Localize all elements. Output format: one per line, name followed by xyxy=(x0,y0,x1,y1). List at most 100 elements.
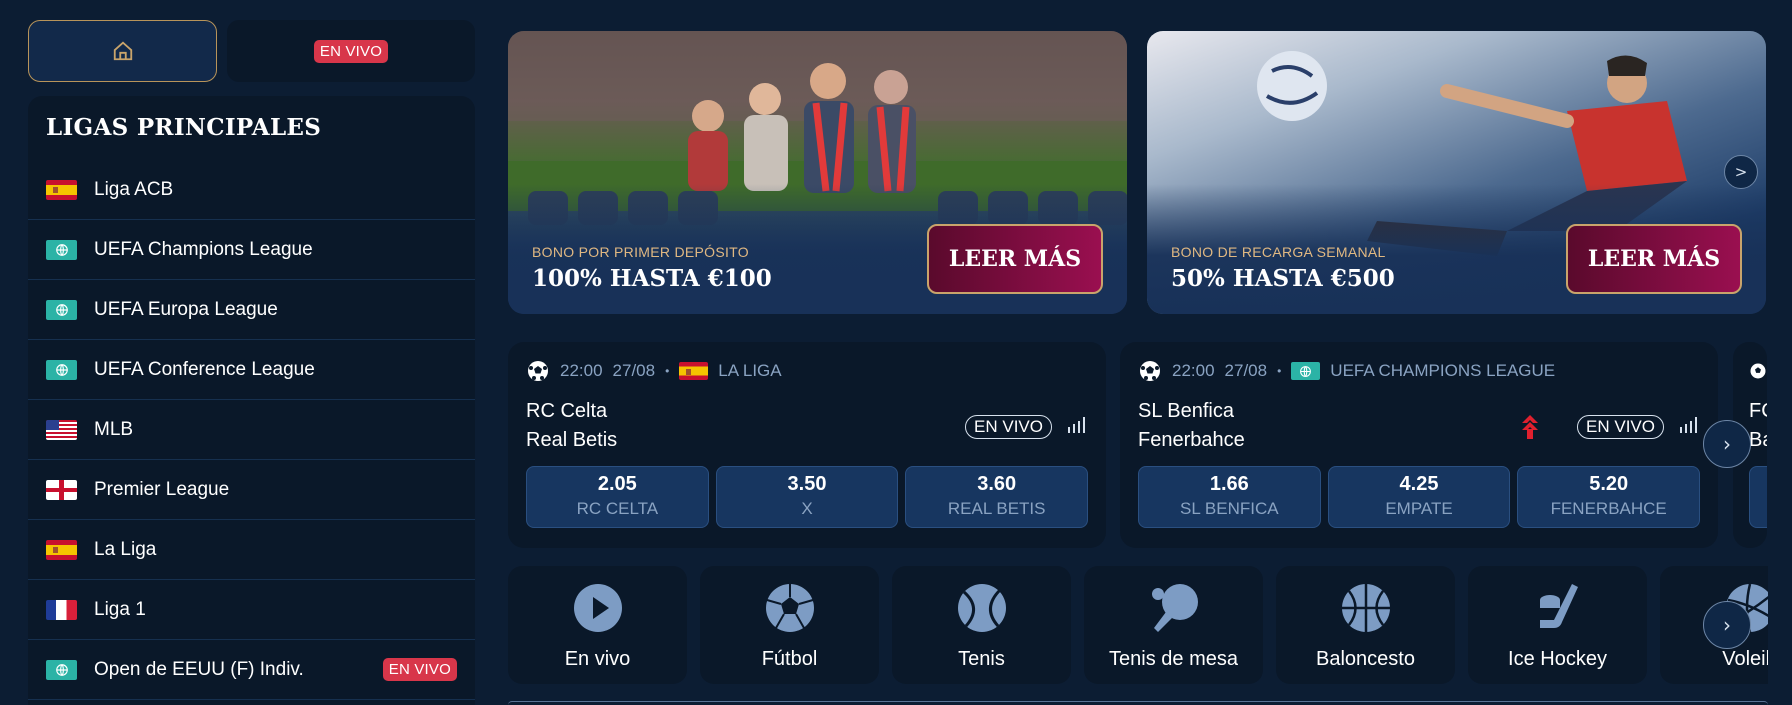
matches-next-button[interactable]: › xyxy=(1703,420,1751,468)
odd-button-home[interactable]: 2.05 RC CELTA xyxy=(526,466,709,528)
match-teams: RC Celta Real Betis EN VIVO xyxy=(526,397,1088,455)
live-tag: EN VIVO xyxy=(1577,415,1664,439)
sport-label: En vivo xyxy=(564,648,631,670)
home-team: FC xyxy=(1749,400,1767,422)
globe-icon xyxy=(46,659,77,680)
match-teams: FC Ba xyxy=(1749,397,1767,455)
trending-up-icon xyxy=(1522,415,1538,439)
basketball-icon xyxy=(1341,584,1390,632)
away-team: Ba xyxy=(1749,429,1767,451)
play-icon xyxy=(573,584,622,632)
leagues-title: LIGAS PRINCIPALES xyxy=(46,114,322,141)
league-name: UEFA Conference League xyxy=(94,358,315,380)
soccer-ball-icon xyxy=(528,361,548,381)
ping-pong-icon xyxy=(1151,584,1198,632)
england-flag-icon xyxy=(46,479,77,500)
league-item-us-open[interactable]: Open de EEUU (F) Indiv. EN VIVO xyxy=(28,640,475,700)
league-name: UEFA Europa League xyxy=(94,298,278,320)
league-name: Liga ACB xyxy=(94,178,174,200)
league-item-champions-league[interactable]: UEFA Champions League xyxy=(28,220,475,280)
odd-value: 1.66 xyxy=(1209,473,1249,495)
odd-value: 3.50 xyxy=(787,473,827,495)
odd-button-away[interactable]: 5.20 FENERBAHCE xyxy=(1517,466,1701,528)
top-nav: EN VIVO xyxy=(28,20,475,82)
soccer-ball-icon xyxy=(765,584,814,632)
chevron-right-icon: › xyxy=(1723,613,1731,637)
live-badge: EN VIVO xyxy=(382,658,457,681)
sports-next-button[interactable]: › xyxy=(1703,601,1751,649)
odds-row: 2.05 RC CELTA 3.50 X 3.60 REAL BETIS xyxy=(526,466,1089,528)
soccer-ball-icon xyxy=(1750,363,1766,379)
match-meta: 22:00 27/08 • LA LIGA xyxy=(526,359,1088,383)
odd-button-draw[interactable]: 4.25 EMPATE xyxy=(1327,466,1511,528)
france-flag-icon xyxy=(46,599,77,620)
league-item-europa-league[interactable]: UEFA Europa League xyxy=(28,280,475,340)
read-more-button[interactable]: LEER MÁS xyxy=(1566,224,1742,294)
promo-banner-weekly-reload[interactable]: BONO DE RECARGA SEMANAL 50% HASTA €500 L… xyxy=(1147,31,1766,314)
odd-value: 4.25 xyxy=(1399,473,1439,495)
odds-row: 1.66 SL BENFICA 4.25 EMPATE 5.20 FENERBA… xyxy=(1138,466,1701,528)
odd-value: 2.05 xyxy=(597,473,637,495)
sport-label: Baloncesto xyxy=(1316,648,1415,670)
match-teams: SL Benfica Fenerbahce EN VIVO xyxy=(1138,397,1700,455)
league-name: Premier League xyxy=(94,478,230,500)
league-name: La Liga xyxy=(94,538,157,560)
usa-flag-icon xyxy=(46,419,77,440)
sport-tile-basketball[interactable]: Baloncesto xyxy=(1276,566,1455,684)
league-item-la-liga[interactable]: La Liga xyxy=(28,520,475,580)
odd-button-home[interactable] xyxy=(1749,466,1767,528)
sport-label: Fútbol xyxy=(761,648,818,670)
globe-icon xyxy=(1291,362,1321,380)
separator-dot: • xyxy=(665,364,670,378)
banner-headline: 50% HASTA €500 xyxy=(1171,265,1395,292)
leagues-panel: LIGAS PRINCIPALES Liga ACB UEFA Champion… xyxy=(28,96,475,705)
match-card[interactable]: 22:00 27/08 • LA LIGA RC Celta Real Beti… xyxy=(508,342,1106,548)
live-badge: EN VIVO xyxy=(313,39,389,63)
tennis-ball-icon xyxy=(957,584,1006,632)
sport-tile-live[interactable]: En vivo xyxy=(508,566,687,684)
match-meta: 22:00 27/08 • UEFA CHAMPIONS LEAGUE xyxy=(1138,359,1700,383)
odd-label: EMPATE xyxy=(1385,499,1453,518)
league-item-premier-league[interactable]: Premier League xyxy=(28,460,475,520)
odd-button-away[interactable]: 3.60 REAL BETIS xyxy=(905,466,1089,528)
spain-flag-icon xyxy=(46,179,77,200)
match-league: UEFA CHAMPIONS LEAGUE xyxy=(1330,361,1556,380)
match-card[interactable]: 22:00 27/08 • UEFA CHAMPIONS LEAGUE SL B… xyxy=(1120,342,1718,548)
live-tab[interactable]: EN VIVO xyxy=(227,20,475,82)
league-item-liga-1[interactable]: Liga 1 xyxy=(28,580,475,640)
sport-tile-football[interactable]: Fútbol xyxy=(700,566,879,684)
banner-next-button[interactable]: > xyxy=(1724,155,1758,189)
league-item-liga-acb[interactable]: Liga ACB xyxy=(28,160,475,220)
chevron-right-icon: › xyxy=(1723,432,1731,456)
league-item-conference-league[interactable]: UEFA Conference League xyxy=(28,340,475,400)
banner-kicker: BONO DE RECARGA SEMANAL xyxy=(1171,244,1386,260)
sport-tile-tennis[interactable]: Tenis xyxy=(892,566,1071,684)
sport-label: Tenis xyxy=(958,648,1005,670)
promo-banner-first-deposit[interactable]: BONO POR PRIMER DEPÓSITO 100% HASTA €100… xyxy=(508,31,1127,314)
league-item-mlb[interactable]: MLB xyxy=(28,400,475,460)
hockey-icon xyxy=(1539,584,1578,628)
match-date: 27/08 xyxy=(612,361,656,380)
soccer-ball-icon xyxy=(1140,361,1160,381)
odd-label: FENERBAHCE xyxy=(1550,499,1667,518)
odd-button-draw[interactable]: 3.50 X xyxy=(715,466,899,528)
read-more-button[interactable]: LEER MÁS xyxy=(927,224,1103,294)
match-time: 22:00 xyxy=(1172,361,1215,380)
match-league: LA LIGA xyxy=(718,361,782,380)
separator-dot: • xyxy=(1277,364,1282,378)
sport-tile-ice-hockey[interactable]: Ice Hockey xyxy=(1468,566,1647,684)
odd-label: X xyxy=(801,499,813,518)
live-tag: EN VIVO xyxy=(965,415,1052,439)
banner-kicker: BONO POR PRIMER DEPÓSITO xyxy=(532,244,749,260)
league-name: Open de EEUU (F) Indiv. xyxy=(94,658,304,680)
home-button[interactable] xyxy=(28,20,217,82)
sport-label: Voleib xyxy=(1722,648,1768,670)
odd-button-home[interactable]: 1.66 SL BENFICA xyxy=(1138,466,1321,528)
spain-flag-icon xyxy=(46,539,77,560)
globe-icon xyxy=(46,359,77,380)
match-meta xyxy=(1749,359,1767,383)
home-icon xyxy=(113,41,132,61)
odd-label: REAL BETIS xyxy=(947,499,1046,518)
match-time: 22:00 xyxy=(560,361,603,380)
sport-tile-table-tennis[interactable]: Tenis de mesa xyxy=(1084,566,1263,684)
